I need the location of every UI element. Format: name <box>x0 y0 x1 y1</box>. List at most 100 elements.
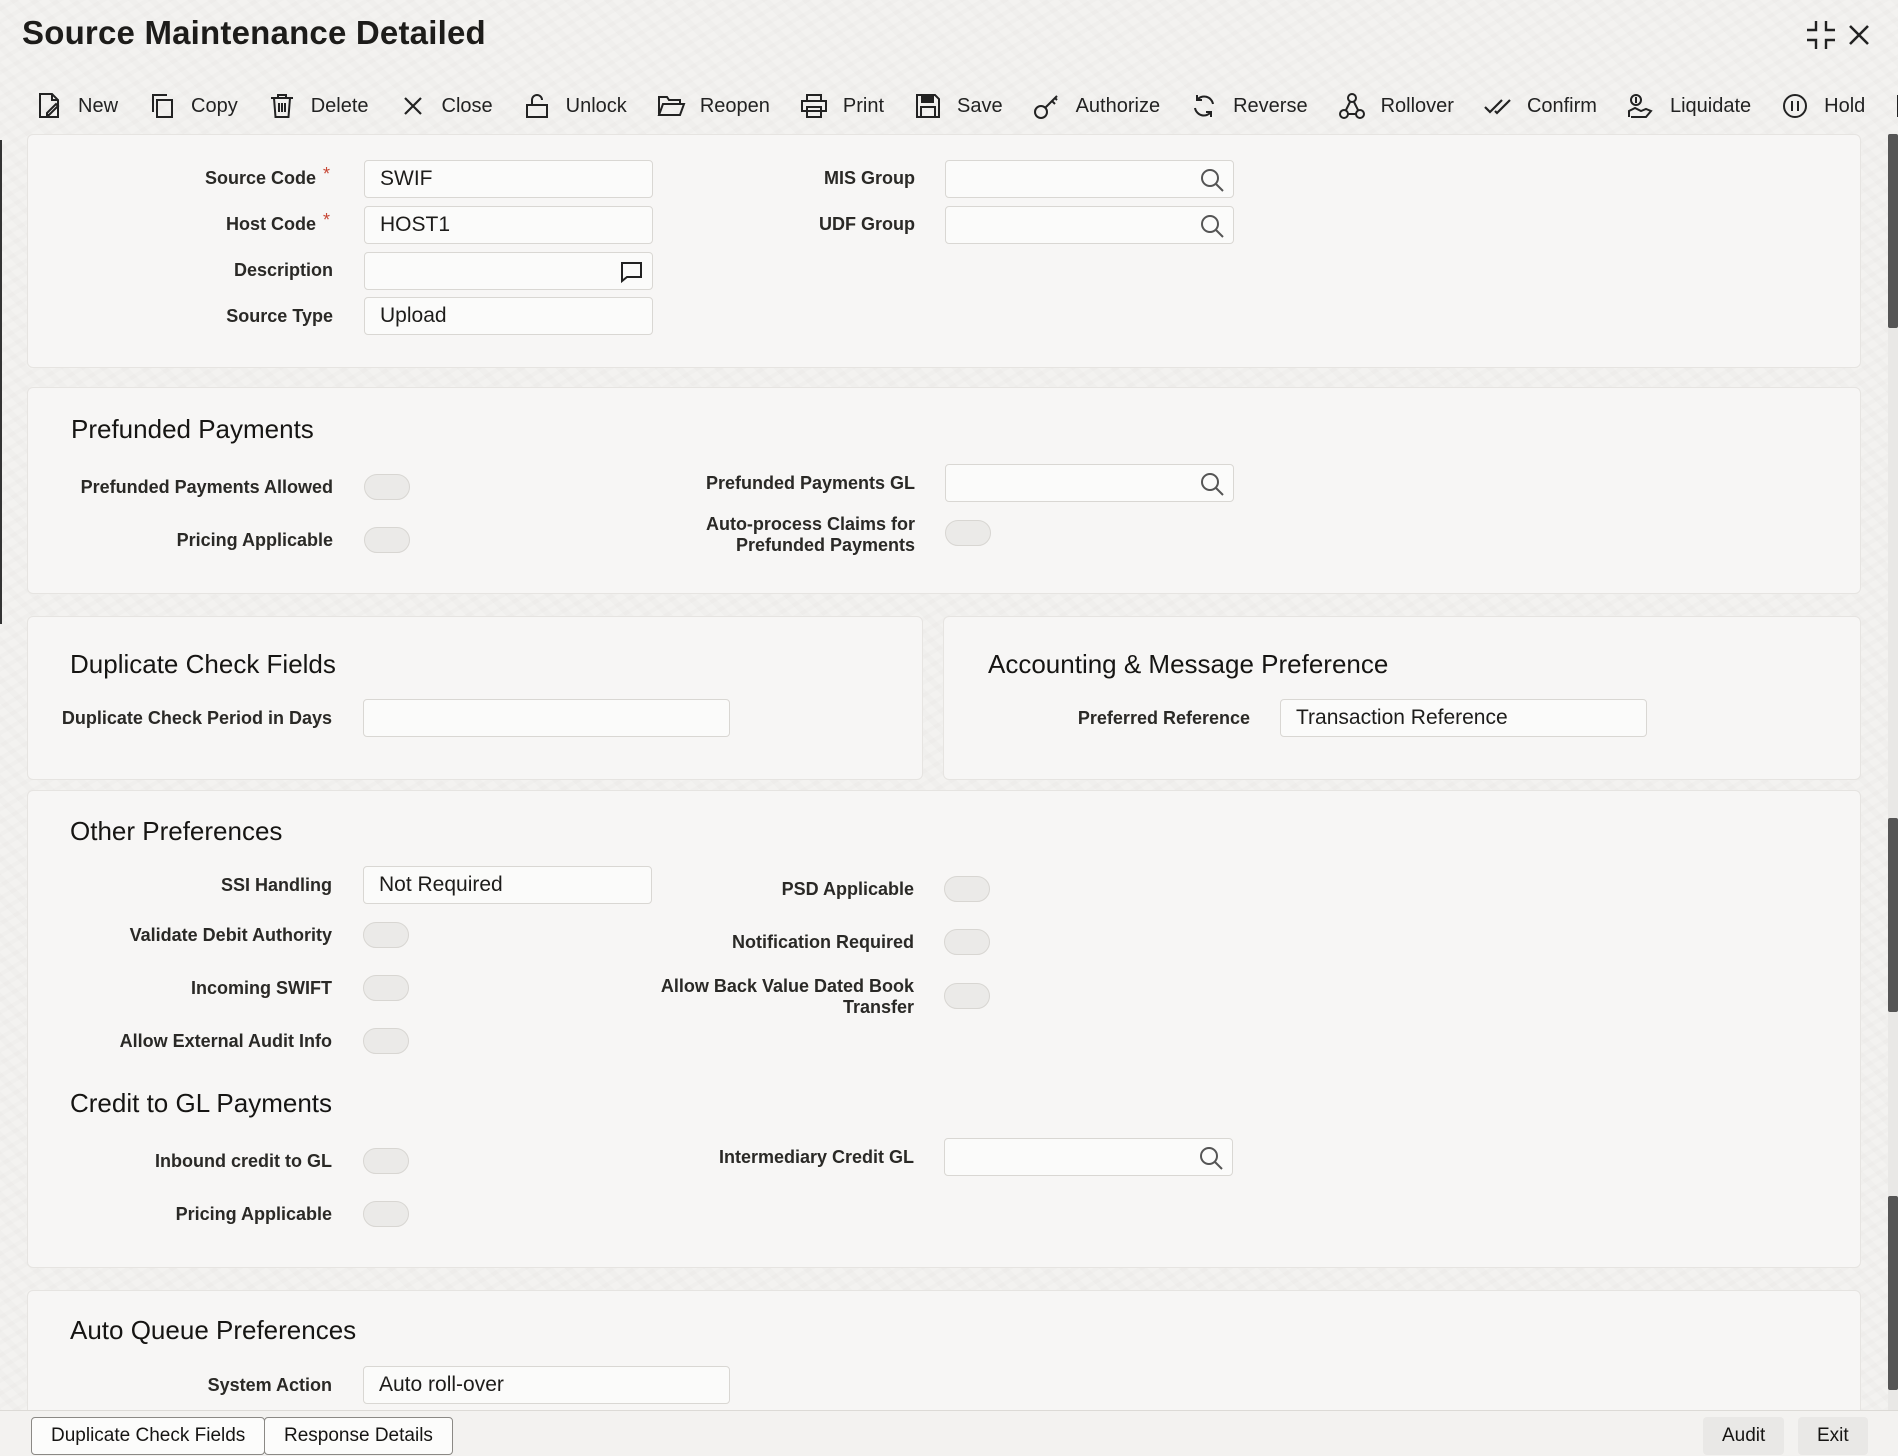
preferred-reference-label: Preferred Reference <box>1000 708 1250 729</box>
scrollbar-thumb[interactable] <box>1888 134 1898 328</box>
prefunded-pricing-toggle[interactable] <box>364 527 410 553</box>
mis-group-label: MIS Group <box>700 168 915 189</box>
comment-icon[interactable] <box>618 259 644 285</box>
system-action-label: System Action <box>60 1375 332 1396</box>
audit-button[interactable]: Audit <box>1703 1417 1784 1455</box>
scrollbar-thumb-2[interactable] <box>1888 818 1898 1012</box>
prefunded-allowed-toggle[interactable] <box>364 474 410 500</box>
panel-icon <box>1894 91 1898 121</box>
auto-queue-section-title: Auto Queue Preferences <box>70 1315 356 1346</box>
unlock-label: Unlock <box>566 95 627 118</box>
required-marker: * <box>323 164 330 185</box>
new-button[interactable]: New <box>34 84 118 128</box>
duplicate-section-title: Duplicate Check Fields <box>70 649 336 680</box>
toolbar: New Copy Delete Close Unlock Reopen Prin… <box>0 84 1898 128</box>
inbound-credit-toggle[interactable] <box>363 1148 409 1174</box>
hold-button[interactable]: Hold <box>1780 84 1865 128</box>
unlock-button[interactable]: Unlock <box>522 84 627 128</box>
close-record-button[interactable]: Close <box>398 84 493 128</box>
source-type-select[interactable]: Upload <box>364 297 653 335</box>
search-icon[interactable] <box>1199 167 1225 193</box>
back-value-label-line1: Allow Back Value Dated Book <box>640 976 914 997</box>
liquidate-button[interactable]: Liquidate <box>1626 84 1751 128</box>
auto-claims-toggle[interactable] <box>945 520 991 546</box>
hold-label: Hold <box>1824 95 1865 118</box>
reverse-label: Reverse <box>1233 95 1307 118</box>
incoming-swift-toggle[interactable] <box>363 975 409 1001</box>
prefunded-allowed-label: Prefunded Payments Allowed <box>60 477 333 498</box>
rollover-label: Rollover <box>1381 95 1454 118</box>
source-code-field[interactable]: SWIF <box>364 160 653 198</box>
notification-required-toggle[interactable] <box>944 929 990 955</box>
description-field[interactable] <box>364 252 653 290</box>
duplicate-panel <box>27 616 923 780</box>
more-toolbar-button[interactable] <box>1894 84 1898 128</box>
prefunded-gl-label: Prefunded Payments GL <box>640 473 915 494</box>
other-preferences-panel <box>27 790 1861 1268</box>
confirm-button[interactable]: Confirm <box>1483 84 1597 128</box>
close-x-icon <box>398 91 428 121</box>
psd-applicable-toggle[interactable] <box>944 876 990 902</box>
save-button[interactable]: Save <box>913 84 1003 128</box>
auto-claims-label-line1: Auto-process Claims for <box>640 514 915 535</box>
printer-icon <box>799 91 829 121</box>
accounting-section-title: Accounting & Message Preference <box>988 649 1388 680</box>
page-title: Source Maintenance Detailed <box>22 14 486 52</box>
reverse-button[interactable]: Reverse <box>1189 84 1307 128</box>
intermediary-credit-field[interactable] <box>944 1138 1233 1176</box>
validate-debit-label: Validate Debit Authority <box>60 925 332 946</box>
reverse-icon <box>1189 91 1219 121</box>
preferred-reference-select[interactable]: Transaction Reference <box>1280 699 1647 737</box>
validate-debit-toggle[interactable] <box>363 922 409 948</box>
double-check-icon <box>1483 91 1513 121</box>
credit-gl-section-title: Credit to GL Payments <box>70 1088 332 1119</box>
rollover-icon <box>1337 91 1367 121</box>
unlock-icon <box>522 91 552 121</box>
system-action-select[interactable]: Auto roll-over <box>363 1366 730 1404</box>
search-icon[interactable] <box>1199 471 1225 497</box>
copy-button[interactable]: Copy <box>147 84 238 128</box>
duplicate-period-field[interactable] <box>363 699 730 737</box>
required-marker: * <box>323 210 330 231</box>
collapse-icon[interactable] <box>1802 18 1840 56</box>
udf-group-field[interactable] <box>945 206 1234 244</box>
reopen-button[interactable]: Reopen <box>656 84 770 128</box>
scrollbar-thumb-3[interactable] <box>1888 1196 1898 1390</box>
back-value-label-line2: Transfer <box>640 997 914 1018</box>
delete-button[interactable]: Delete <box>267 84 369 128</box>
mis-group-field[interactable] <box>945 160 1234 198</box>
search-icon[interactable] <box>1199 213 1225 239</box>
credit-gl-pricing-toggle[interactable] <box>363 1201 409 1227</box>
search-icon[interactable] <box>1198 1145 1224 1171</box>
confirm-label: Confirm <box>1527 95 1597 118</box>
delete-label: Delete <box>311 95 369 118</box>
psd-applicable-label: PSD Applicable <box>640 879 914 900</box>
authorize-button[interactable]: Authorize <box>1032 84 1161 128</box>
credit-gl-pricing-label: Pricing Applicable <box>60 1204 332 1225</box>
prefunded-pricing-label: Pricing Applicable <box>60 530 333 551</box>
duplicate-check-fields-button[interactable]: Duplicate Check Fields <box>31 1417 265 1455</box>
host-code-field[interactable]: HOST1 <box>364 206 653 244</box>
pause-circle-icon <box>1780 91 1810 121</box>
auto-claims-label: Auto-process Claims for Prefunded Paymen… <box>640 514 915 556</box>
external-audit-toggle[interactable] <box>363 1028 409 1054</box>
external-audit-label: Allow External Audit Info <box>60 1031 332 1052</box>
back-value-toggle[interactable] <box>944 983 990 1009</box>
ssi-handling-select[interactable]: Not Required <box>363 866 652 904</box>
reopen-label: Reopen <box>700 95 770 118</box>
ssi-handling-label: SSI Handling <box>60 875 332 896</box>
close-icon[interactable] <box>1840 18 1878 56</box>
response-details-button[interactable]: Response Details <box>264 1417 453 1455</box>
authorize-label: Authorize <box>1076 95 1161 118</box>
description-label: Description <box>100 260 333 281</box>
host-code-label: Host Code <box>100 214 316 235</box>
rollover-button[interactable]: Rollover <box>1337 84 1454 128</box>
copy-icon <box>147 91 177 121</box>
prefunded-gl-field[interactable] <box>945 464 1234 502</box>
source-type-label: Source Type <box>100 306 333 327</box>
intermediary-credit-label: Intermediary Credit GL <box>640 1147 914 1168</box>
exit-button[interactable]: Exit <box>1798 1417 1868 1455</box>
new-document-icon <box>34 91 64 121</box>
print-button[interactable]: Print <box>799 84 884 128</box>
udf-group-label: UDF Group <box>700 214 915 235</box>
